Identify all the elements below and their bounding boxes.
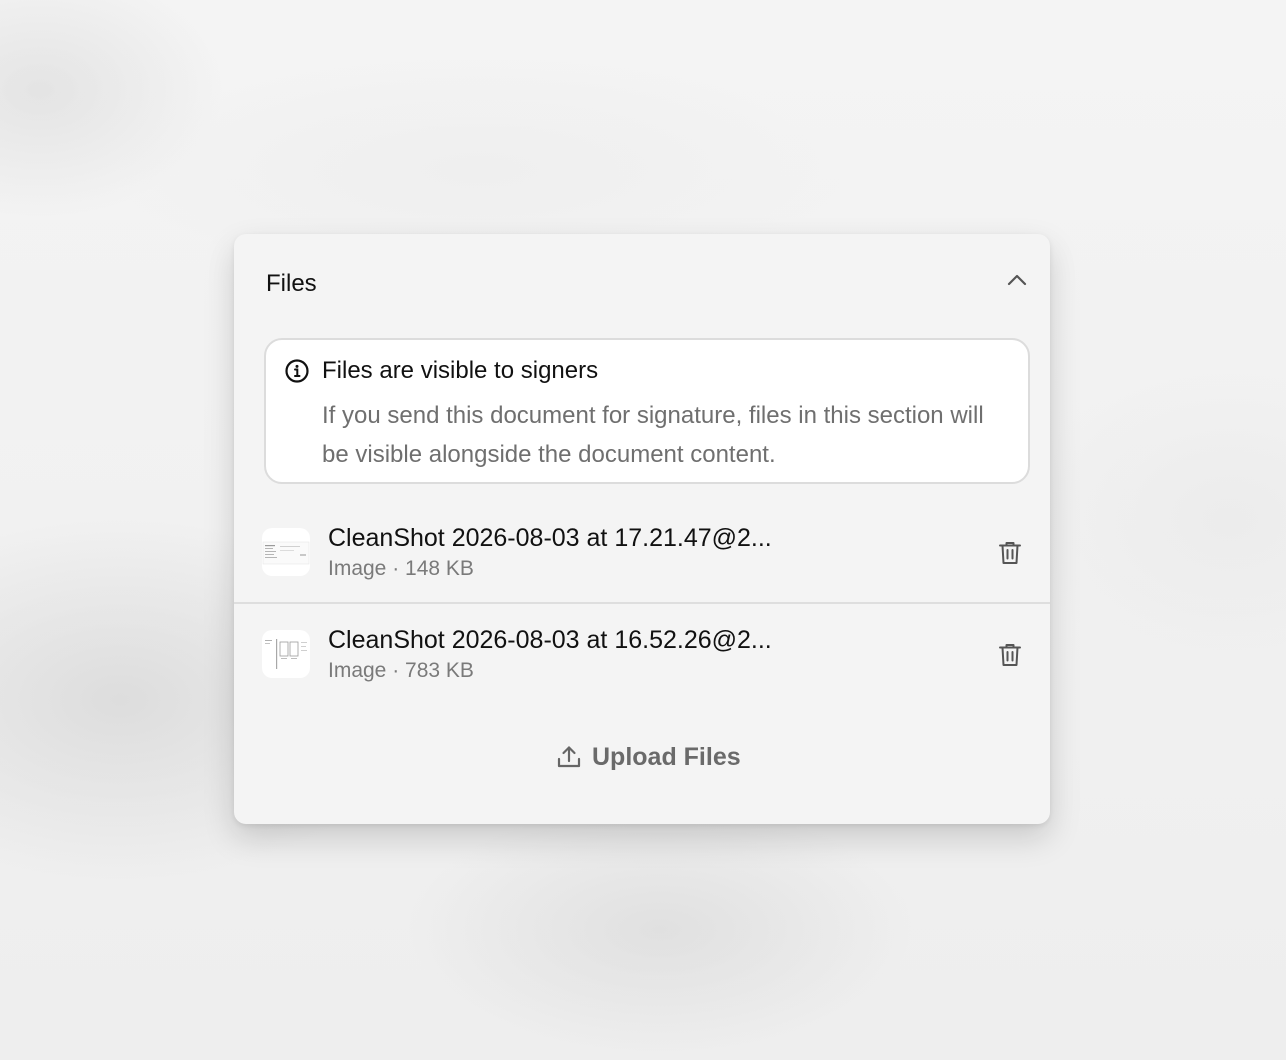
panel-title: Files [266, 270, 317, 297]
notice-title: Files are visible to signers [322, 357, 599, 384]
trash-icon [999, 542, 1021, 564]
collapse-button[interactable] [1004, 268, 1030, 294]
upload-files-button[interactable]: Upload Files [556, 738, 741, 776]
file-name: CleanShot 2026-08-03 at 17.21.47@2... [328, 524, 772, 552]
file-thumbnail [262, 630, 310, 678]
chevron-up-icon [1007, 274, 1027, 286]
files-panel: Files Files are visible to signers If yo… [234, 234, 1050, 824]
file-meta: Image · 783 KB [328, 659, 474, 682]
file-name: CleanShot 2026-08-03 at 16.52.26@2... [328, 626, 772, 654]
delete-file-button[interactable] [996, 640, 1024, 670]
signers-notice: Files are visible to signers If you send… [264, 338, 1030, 484]
file-meta: Image · 148 KB [328, 557, 474, 580]
upload-files-label: Upload Files [592, 743, 741, 771]
file-thumbnail [262, 528, 310, 576]
trash-icon [999, 644, 1021, 666]
file-row[interactable]: CleanShot 2026-08-03 at 16.52.26@2... Im… [234, 604, 1050, 704]
notice-body: If you send this document for signature,… [322, 402, 984, 468]
delete-file-button[interactable] [996, 538, 1024, 568]
file-row[interactable]: CleanShot 2026-08-03 at 17.21.47@2... Im… [234, 502, 1050, 602]
upload-icon [557, 746, 581, 768]
info-icon [285, 359, 309, 383]
